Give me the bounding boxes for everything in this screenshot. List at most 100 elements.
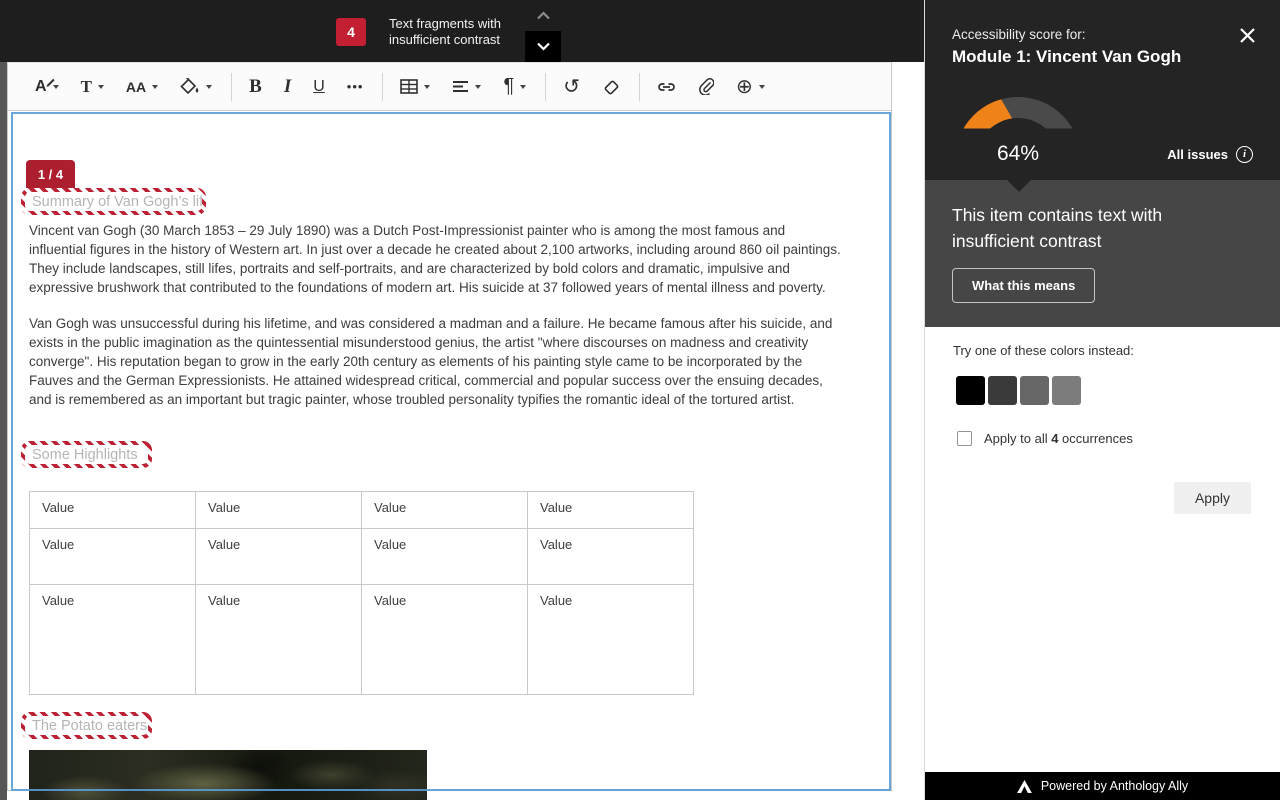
issue-position-badge: 1 / 4	[26, 160, 75, 188]
link-icon	[657, 81, 676, 93]
dropdown-caret-icon	[152, 85, 158, 89]
potato-eaters-painting-image[interactable]	[29, 750, 427, 800]
color-swatch-black[interactable]	[956, 376, 985, 405]
table-cell[interactable]: Value	[362, 585, 528, 695]
table-cell[interactable]: Value	[30, 585, 196, 695]
table-row: Value Value Value Value	[30, 492, 694, 529]
table-cell[interactable]: Value	[196, 492, 362, 529]
font-family-icon: T	[81, 77, 92, 97]
add-circle-icon: ⊕	[736, 74, 753, 99]
close-icon	[1239, 27, 1256, 44]
content-table: Value Value Value Value Value Value Valu…	[29, 491, 694, 695]
font-family-button[interactable]: T	[74, 70, 111, 104]
font-size-button[interactable]: AA	[119, 70, 165, 104]
ally-footer[interactable]: Powered by Anthology Ally	[925, 772, 1280, 800]
paragraph-icon: ¶	[503, 75, 514, 98]
color-swatch-gray[interactable]	[1020, 376, 1049, 405]
table-cell[interactable]: Value	[30, 529, 196, 585]
bold-icon: B	[249, 76, 262, 98]
attach-file-button[interactable]	[691, 70, 721, 104]
text-color-button[interactable]: A	[28, 70, 66, 104]
bold-button[interactable]: B	[242, 70, 269, 104]
issue-count-badge: 4	[336, 18, 366, 46]
heading-potato-eaters: The Potato eaters	[25, 716, 148, 735]
align-left-icon	[452, 80, 469, 93]
ally-accessibility-panel: Accessibility score for: Module 1: Vince…	[924, 0, 1280, 800]
color-swatch-row	[956, 376, 1081, 405]
accessibility-score-gauge: 64%	[955, 97, 1081, 160]
paragraph-format-button[interactable]: ¶	[496, 70, 533, 104]
all-issues-link[interactable]: All issues i	[1167, 143, 1253, 165]
issue-navigation	[525, 0, 561, 62]
toolbar-divider	[639, 73, 640, 101]
anthology-logo-icon	[1017, 780, 1032, 793]
next-issue-button[interactable]	[525, 31, 561, 62]
issue-description-section: This item contains text with insufficien…	[925, 180, 1280, 327]
contrast-issue-highlight[interactable]: Summary of Van Gogh’s life	[21, 188, 206, 215]
editor-content-area[interactable]: 1 / 4 Summary of Van Gogh’s life Vincent…	[8, 111, 891, 791]
panel-pointer-notch	[1007, 180, 1031, 192]
pencil-icon	[45, 76, 56, 87]
clear-formatting-button[interactable]	[595, 70, 627, 104]
undo-icon: ↺	[563, 74, 580, 99]
heading-summary: Summary of Van Gogh’s life	[25, 192, 202, 211]
content-editor-window: A T AA B I U	[7, 62, 892, 791]
dropdown-caret-icon	[759, 85, 765, 89]
apply-all-checkbox[interactable]	[957, 431, 972, 446]
more-formatting-button[interactable]: •••	[340, 70, 371, 104]
score-header-section: Accessibility score for: Module 1: Vince…	[925, 0, 1280, 180]
table-cell[interactable]: Value	[362, 492, 528, 529]
insert-content-button[interactable]: ⊕	[729, 70, 772, 104]
previous-issue-button[interactable]	[525, 0, 561, 31]
page-background-strip	[0, 62, 7, 800]
issue-bar-label-line2: insufficient contrast	[389, 32, 501, 48]
underline-icon: U	[313, 78, 325, 96]
close-panel-button[interactable]	[1236, 24, 1258, 46]
apply-all-prefix: Apply to all	[984, 431, 1051, 446]
table-cell[interactable]: Value	[30, 492, 196, 529]
footer-label: Powered by Anthology Ally	[1041, 779, 1188, 793]
italic-button[interactable]: I	[277, 70, 298, 104]
editor-toolbar: A T AA B I U	[8, 63, 891, 111]
apply-button[interactable]: Apply	[1174, 482, 1251, 514]
paragraph-van-gogh-bio: Vincent van Gogh (30 March 1853 – 29 Jul…	[29, 221, 842, 297]
score-percent: 64%	[955, 142, 1081, 166]
module-title: Module 1: Vincent Van Gogh	[952, 47, 1181, 67]
dropdown-caret-icon	[475, 85, 481, 89]
font-size-icon: AA	[126, 79, 146, 95]
apply-all-row: Apply to all 4 occurrences	[957, 431, 1133, 446]
color-swatch-light-gray[interactable]	[1052, 376, 1081, 405]
toolbar-divider	[231, 73, 232, 101]
insert-link-button[interactable]	[650, 70, 683, 104]
contrast-issue-highlight[interactable]: Some Highlights	[21, 441, 152, 468]
table-cell[interactable]: Value	[528, 585, 694, 695]
more-options-icon: •••	[347, 79, 364, 94]
color-suggestion-label: Try one of these colors instead:	[953, 343, 1134, 358]
undo-button[interactable]: ↺	[556, 70, 587, 104]
toolbar-divider	[382, 73, 383, 101]
table-button[interactable]	[393, 70, 437, 104]
heading-highlights: Some Highlights	[25, 445, 148, 464]
table-row: Value Value Value Value	[30, 585, 694, 695]
table-row: Value Value Value Value	[30, 529, 694, 585]
table-cell[interactable]: Value	[196, 529, 362, 585]
chevron-up-icon	[536, 11, 551, 20]
score-title-label: Accessibility score for:	[952, 27, 1086, 42]
table-cell[interactable]: Value	[528, 492, 694, 529]
highlight-color-button[interactable]	[173, 70, 219, 104]
info-icon: i	[1236, 146, 1253, 163]
chevron-down-icon	[536, 42, 551, 51]
color-swatch-dark-gray[interactable]	[988, 376, 1017, 405]
alignment-button[interactable]	[445, 70, 488, 104]
toolbar-divider	[545, 73, 546, 101]
issue-bar-label-line1: Text fragments with	[389, 16, 501, 32]
table-cell[interactable]: Value	[362, 529, 528, 585]
table-cell[interactable]: Value	[528, 529, 694, 585]
table-cell[interactable]: Value	[196, 585, 362, 695]
dropdown-caret-icon	[206, 85, 212, 89]
underline-button[interactable]: U	[306, 70, 332, 104]
apply-all-suffix: occurrences	[1058, 431, 1132, 446]
apply-all-label: Apply to all 4 occurrences	[984, 431, 1133, 446]
contrast-issue-highlight[interactable]: The Potato eaters	[21, 712, 152, 739]
what-this-means-button[interactable]: What this means	[952, 268, 1095, 303]
